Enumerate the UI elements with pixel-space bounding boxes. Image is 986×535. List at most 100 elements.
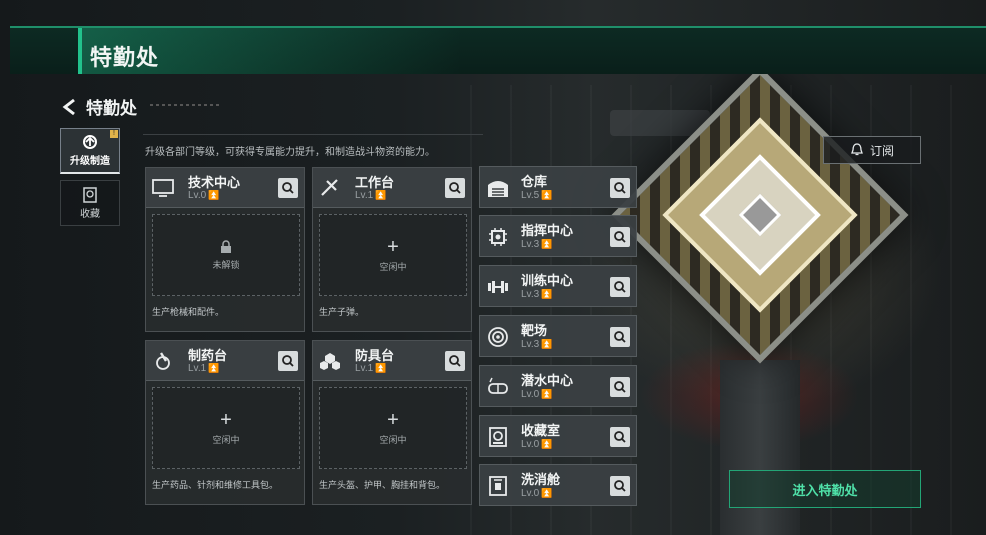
- decon-icon: [489, 476, 507, 496]
- monitor-icon: [152, 179, 174, 197]
- production-slot[interactable]: + 空闲中: [152, 387, 300, 469]
- subscribe-label: 订阅: [869, 143, 894, 158]
- search-icon[interactable]: [610, 476, 630, 496]
- page-description: 升级各部门等级，可获得专属能力提升，和制造战斗物资的能力。: [145, 147, 435, 158]
- facility-name: 收藏室: [521, 423, 561, 438]
- search-icon[interactable]: [610, 178, 630, 198]
- production-slot[interactable]: + 空闲中: [319, 214, 467, 296]
- card-note: 生产药品、针剂和维修工具包。: [152, 480, 279, 490]
- card-header: 防具台 Lv.1 ⏫: [313, 341, 471, 381]
- production-slot[interactable]: + 空闲中: [319, 387, 467, 469]
- card-tech-center[interactable]: 技术中心 Lv.0 ⏫ 未解锁 生产枪械和配件。: [145, 167, 305, 332]
- facility-level: Lv.0 ⏫: [521, 488, 553, 499]
- level-up-icon: ⏫: [541, 190, 553, 200]
- search-icon[interactable]: [445, 178, 465, 198]
- search-icon[interactable]: [278, 178, 298, 198]
- search-icon[interactable]: [610, 277, 630, 297]
- facility-command-center[interactable]: 指挥中心 Lv.3 ⏫: [479, 215, 637, 257]
- level-up-icon: ⏫: [208, 363, 220, 373]
- search-icon[interactable]: [610, 377, 630, 397]
- level-up-icon: ⏫: [375, 190, 387, 200]
- facility-name: 训练中心: [521, 273, 574, 288]
- bell-icon: [851, 143, 863, 156]
- chip-icon: [489, 228, 507, 246]
- facility-decon-chamber[interactable]: 洗消舱 Lv.0 ⏫: [479, 464, 637, 506]
- card-workbench[interactable]: 工作台 Lv.1 ⏫ + 空闲中 生产子弹。: [312, 167, 472, 332]
- level-up-icon: ⏫: [541, 239, 553, 249]
- search-icon[interactable]: [610, 227, 630, 247]
- tab-upgrade-craft[interactable]: ! 升级制造: [60, 128, 120, 174]
- level-up-icon: ⏫: [541, 389, 553, 399]
- collection-icon: [83, 186, 97, 203]
- cube-center: [738, 193, 782, 237]
- slot-status: 空闲中: [379, 261, 407, 272]
- notification-badge: !: [110, 130, 118, 138]
- facility-shooting-range[interactable]: 靶场 Lv.3 ⏫: [479, 315, 637, 357]
- slot-status: 空闲中: [379, 434, 407, 445]
- card-name: 工作台: [355, 175, 395, 190]
- search-icon[interactable]: [610, 427, 630, 447]
- search-icon[interactable]: [610, 327, 630, 347]
- card-name: 制药台: [188, 348, 228, 363]
- facility-name: 潜水中心: [521, 373, 574, 388]
- title-accent-bar: [78, 28, 82, 74]
- enter-label: 进入特勤处: [792, 482, 858, 498]
- facility-level: Lv.0 ⏫: [521, 439, 553, 450]
- title-bar: 特勤处: [10, 26, 986, 74]
- dumbbell-icon: [488, 281, 508, 293]
- back-label: 特勤处: [86, 99, 137, 118]
- facility-name: 指挥中心: [521, 223, 574, 238]
- warehouse-icon: [488, 181, 508, 197]
- card-level: Lv.1 ⏫: [355, 363, 387, 374]
- subscribe-button[interactable]: 订阅: [823, 136, 921, 164]
- search-icon[interactable]: [278, 351, 298, 371]
- facility-level: Lv.3 ⏫: [521, 339, 553, 350]
- facility-name: 仓库: [521, 174, 548, 189]
- cube-core: [699, 154, 821, 276]
- add-icon: +: [387, 408, 399, 431]
- enter-special-ops-button[interactable]: 进入特勤处: [729, 470, 921, 508]
- target-icon: [488, 327, 508, 347]
- facility-training-center[interactable]: 训练中心 Lv.3 ⏫: [479, 265, 637, 307]
- header-divider: [150, 104, 220, 106]
- level-up-icon: ⏫: [375, 363, 387, 373]
- back-button[interactable]: 特勤处: [62, 94, 137, 119]
- tab-upgrade-craft-label: 升级制造: [70, 156, 110, 167]
- add-icon: +: [220, 408, 232, 431]
- card-note: 生产枪械和配件。: [152, 307, 225, 317]
- facility-level: Lv.0 ⏫: [521, 389, 553, 400]
- facility-name: 洗消舱: [521, 472, 561, 487]
- diving-mask-icon: [488, 377, 508, 394]
- card-note: 生产头盔、护甲、胸挂和背包。: [319, 480, 446, 490]
- card-armor-bench[interactable]: 防具台 Lv.1 ⏫ + 空闲中 生产头盔、护甲、胸挂和背包。: [312, 340, 472, 505]
- background-pillar: [720, 360, 800, 535]
- back-arrow-icon: [62, 98, 75, 115]
- facility-collection-room[interactable]: 收藏室 Lv.0 ⏫: [479, 415, 637, 457]
- level-up-icon: ⏫: [208, 190, 220, 200]
- facility-level: Lv.5 ⏫: [521, 190, 553, 201]
- page-title: 特勤处: [90, 45, 160, 70]
- card-level: Lv.0 ⏫: [188, 190, 220, 201]
- facility-diving-center[interactable]: 潜水中心 Lv.0 ⏫: [479, 365, 637, 407]
- card-header: 技术中心 Lv.0 ⏫: [146, 168, 304, 208]
- lock-icon: [221, 239, 231, 253]
- card-pharmacy[interactable]: 制药台 Lv.1 ⏫ + 空闲中 生产药品、针剂和维修工具包。: [145, 340, 305, 505]
- armor-icon: [320, 353, 340, 370]
- tab-collection-label: 收藏: [80, 208, 100, 220]
- card-level: Lv.1 ⏫: [188, 363, 220, 374]
- slot-status: 空闲中: [212, 434, 240, 445]
- facility-warehouse[interactable]: 仓库 Lv.5 ⏫: [479, 166, 637, 208]
- add-icon: +: [387, 235, 399, 258]
- facility-level: Lv.3 ⏫: [521, 239, 553, 250]
- card-name: 技术中心: [188, 175, 241, 190]
- card-header: 制药台 Lv.1 ⏫: [146, 341, 304, 381]
- search-icon[interactable]: [445, 351, 465, 371]
- tab-collection[interactable]: 收藏: [60, 180, 120, 226]
- production-slot[interactable]: 未解锁: [152, 214, 300, 296]
- level-up-icon: ⏫: [541, 488, 553, 498]
- facility-name: 靶场: [521, 323, 548, 338]
- level-up-icon: ⏫: [541, 289, 553, 299]
- upgrade-icon: [83, 135, 97, 149]
- slot-status: 未解锁: [212, 259, 240, 270]
- level-up-icon: ⏫: [541, 439, 553, 449]
